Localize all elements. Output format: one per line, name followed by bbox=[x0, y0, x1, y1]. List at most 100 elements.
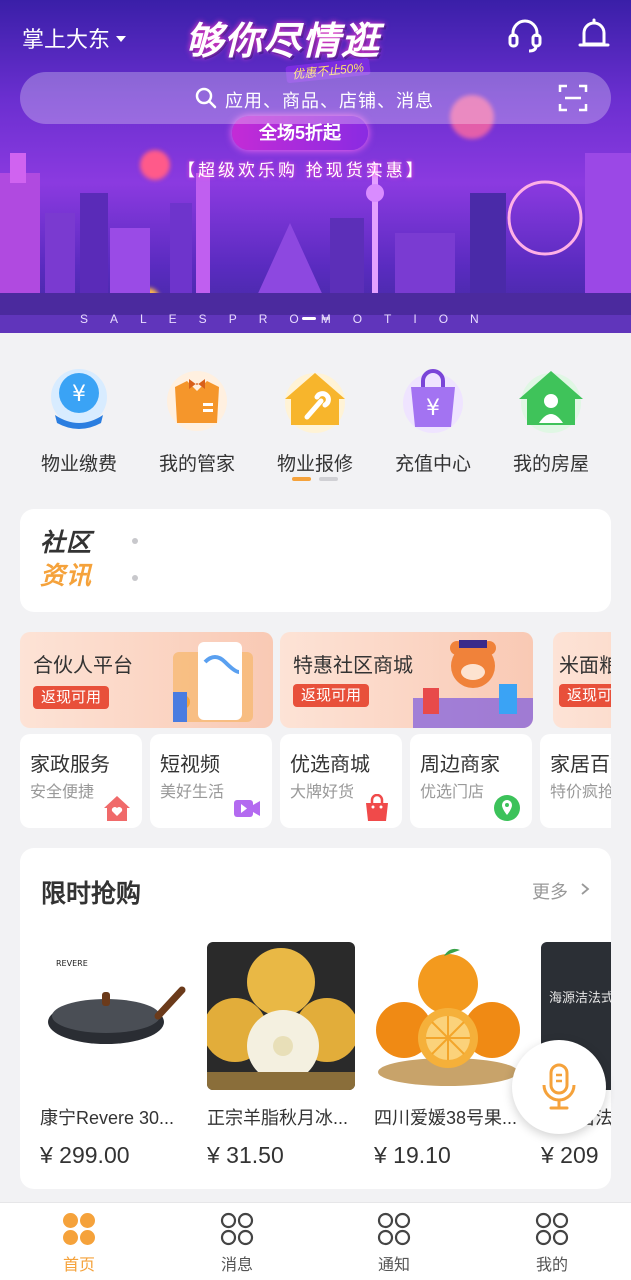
home-tab-icon bbox=[63, 1213, 95, 1245]
quick-menu-pagination bbox=[292, 477, 338, 481]
tab-messages[interactable]: 消息 bbox=[187, 1211, 287, 1275]
product-card[interactable]: 四川爱媛38号果... ¥ 19.10 bbox=[374, 942, 522, 1169]
banner-dot bbox=[322, 317, 330, 320]
voice-assistant-button[interactable] bbox=[512, 1040, 606, 1134]
bear-shopping-illustration bbox=[413, 640, 533, 728]
notification-button[interactable] bbox=[574, 15, 614, 55]
tab-home[interactable]: 首页 bbox=[29, 1211, 129, 1275]
product-image-pear bbox=[207, 942, 355, 1090]
service-select-mall[interactable]: 优选商城 大牌好货 bbox=[280, 734, 402, 828]
cashback-tag: 返现可用 bbox=[559, 684, 611, 707]
product-price: ¥ 299.00 bbox=[40, 1142, 130, 1168]
news-logo-line: 资讯 bbox=[40, 562, 93, 590]
service-subtitle: 安全便捷 bbox=[30, 784, 95, 801]
banner-promo-line: 【超级欢乐购 抢现货实惠】 bbox=[178, 161, 426, 180]
product-card[interactable]: REVERE 康宁Revere 30... ¥ 299.00 bbox=[40, 942, 188, 1169]
service-title: 优选商城 bbox=[290, 754, 370, 776]
product-price: ¥ 19.10 bbox=[374, 1142, 451, 1168]
grid-tab-icon bbox=[535, 1212, 569, 1246]
service-home-goods[interactable]: 家居百货 特价疯抢 bbox=[540, 734, 611, 828]
quick-item-label: 充值中心 bbox=[394, 454, 471, 475]
caret-down-icon bbox=[116, 36, 127, 42]
headset-icon bbox=[508, 19, 542, 53]
quick-item-butler[interactable]: 我的管家 bbox=[138, 363, 256, 476]
my-house-icon bbox=[519, 371, 583, 433]
community-news-logo: 社区 资讯 bbox=[40, 527, 92, 593]
page-indicator bbox=[319, 477, 338, 481]
tab-notifications[interactable]: 通知 bbox=[344, 1211, 444, 1275]
service-title: 家政服务 bbox=[30, 754, 110, 776]
section-title: 限时抢购 bbox=[41, 880, 142, 908]
search-bar[interactable]: 应用、商品、店铺、消息 bbox=[20, 72, 611, 124]
bell-icon bbox=[578, 18, 610, 47]
page-indicator bbox=[292, 477, 311, 481]
quick-item-property-fee[interactable]: ¥ 物业缴费 bbox=[20, 363, 138, 476]
promo-title: 特惠社区商城 bbox=[293, 655, 413, 677]
scan-icon[interactable] bbox=[557, 82, 589, 114]
product-name: 四川爱媛38号果... bbox=[374, 1108, 518, 1128]
tab-profile[interactable]: 我的 bbox=[502, 1211, 602, 1275]
banner-promo-letters: SALESPROMOTION bbox=[80, 312, 501, 326]
promo-partner-platform[interactable]: 合伙人平台 返现可用 bbox=[20, 632, 273, 728]
flash-sale-section: 限时抢购 更多 REVERE 康宁Revere 30... ¥ 299.00 正… bbox=[20, 848, 611, 1189]
quick-menu: ¥ 物业缴费 我的管家 物业报修 ¥ 充值中心 我的房屋 bbox=[0, 333, 631, 493]
city-selector[interactable]: 掌上大东 bbox=[22, 22, 127, 54]
quick-item-recharge[interactable]: ¥ 充值中心 bbox=[374, 363, 492, 476]
promo-grain-oil[interactable]: 米面粮油 返现可用 bbox=[553, 632, 611, 728]
service-short-video[interactable]: 短视频 美好生活 bbox=[150, 734, 272, 828]
quick-item-label: 我的管家 bbox=[158, 454, 235, 475]
quick-item-label: 物业缴费 bbox=[40, 454, 117, 475]
customer-service-button[interactable] bbox=[505, 15, 545, 55]
grid-tab-icon bbox=[220, 1212, 254, 1246]
service-title: 周边商家 bbox=[420, 754, 500, 776]
service-subtitle: 美好生活 bbox=[160, 784, 225, 801]
quick-item-label: 物业报修 bbox=[276, 454, 353, 475]
promo-discount-mall[interactable]: 特惠社区商城 返现可用 bbox=[280, 632, 533, 728]
tab-label: 我的 bbox=[535, 1257, 568, 1274]
home-heart-icon bbox=[104, 796, 130, 821]
service-title: 短视频 bbox=[160, 754, 220, 776]
product-brand: REVERE bbox=[56, 959, 88, 968]
shopping-bag-icon bbox=[366, 794, 388, 821]
bottom-tab-bar: 首页 消息 通知 我的 bbox=[0, 1202, 631, 1280]
phone-map-illustration bbox=[173, 642, 253, 722]
news-bullet bbox=[132, 575, 138, 581]
recharge-bag-icon: ¥ bbox=[403, 369, 463, 433]
promo-title: 米面粮油 bbox=[559, 655, 611, 677]
product-name: 正宗羊脂秋月冰... bbox=[207, 1108, 349, 1128]
banner-pagination bbox=[302, 317, 330, 320]
product-image-text: 海源洁法式润 bbox=[549, 991, 611, 1006]
svg-text:¥: ¥ bbox=[426, 396, 440, 421]
service-subtitle: 特价疯抢 bbox=[550, 784, 611, 801]
svg-text:¥: ¥ bbox=[72, 382, 86, 407]
city-name: 掌上大东 bbox=[22, 27, 111, 52]
service-housekeeping[interactable]: 家政服务 安全便捷 bbox=[20, 734, 142, 828]
tab-label: 消息 bbox=[220, 1257, 253, 1274]
service-cards: 家政服务 安全便捷 短视频 美好生活 优选商城 大牌好货 周边商家 优选门店 家… bbox=[20, 734, 611, 828]
service-nearby-merchants[interactable]: 周边商家 优选门店 bbox=[410, 734, 532, 828]
quick-item-label: 我的房屋 bbox=[512, 454, 589, 475]
product-card[interactable]: 正宗羊脂秋月冰... ¥ 31.50 bbox=[207, 942, 355, 1169]
news-bullet bbox=[132, 538, 138, 544]
promo-title: 合伙人平台 bbox=[33, 655, 133, 677]
product-price: ¥ 31.50 bbox=[207, 1142, 284, 1168]
more-link[interactable]: 更多 bbox=[532, 878, 568, 904]
cashback-tag: 返现可用 bbox=[293, 684, 370, 707]
search-icon bbox=[195, 87, 217, 109]
yuan-hand-icon: ¥ bbox=[51, 369, 107, 429]
tab-label: 通知 bbox=[377, 1257, 410, 1274]
video-icon bbox=[234, 800, 260, 817]
chevron-right-icon[interactable] bbox=[580, 883, 590, 895]
product-image-orange bbox=[374, 942, 522, 1090]
community-news-card[interactable]: 社区 资讯 bbox=[20, 509, 611, 612]
service-subtitle: 大牌好货 bbox=[290, 784, 355, 801]
butler-icon bbox=[167, 371, 227, 431]
quick-item-my-house[interactable]: 我的房屋 bbox=[492, 363, 610, 476]
quick-item-repair[interactable]: 物业报修 bbox=[256, 363, 374, 476]
search-placeholder: 应用、商品、店铺、消息 bbox=[225, 91, 434, 111]
banner-dot bbox=[302, 317, 316, 320]
repair-house-icon bbox=[285, 373, 345, 433]
tab-label: 首页 bbox=[62, 1257, 95, 1274]
microphone-icon bbox=[542, 1063, 576, 1110]
promo-cards: 合伙人平台 返现可用 特惠社区商城 返现可用 米面粮油 返现可用 bbox=[20, 632, 611, 728]
